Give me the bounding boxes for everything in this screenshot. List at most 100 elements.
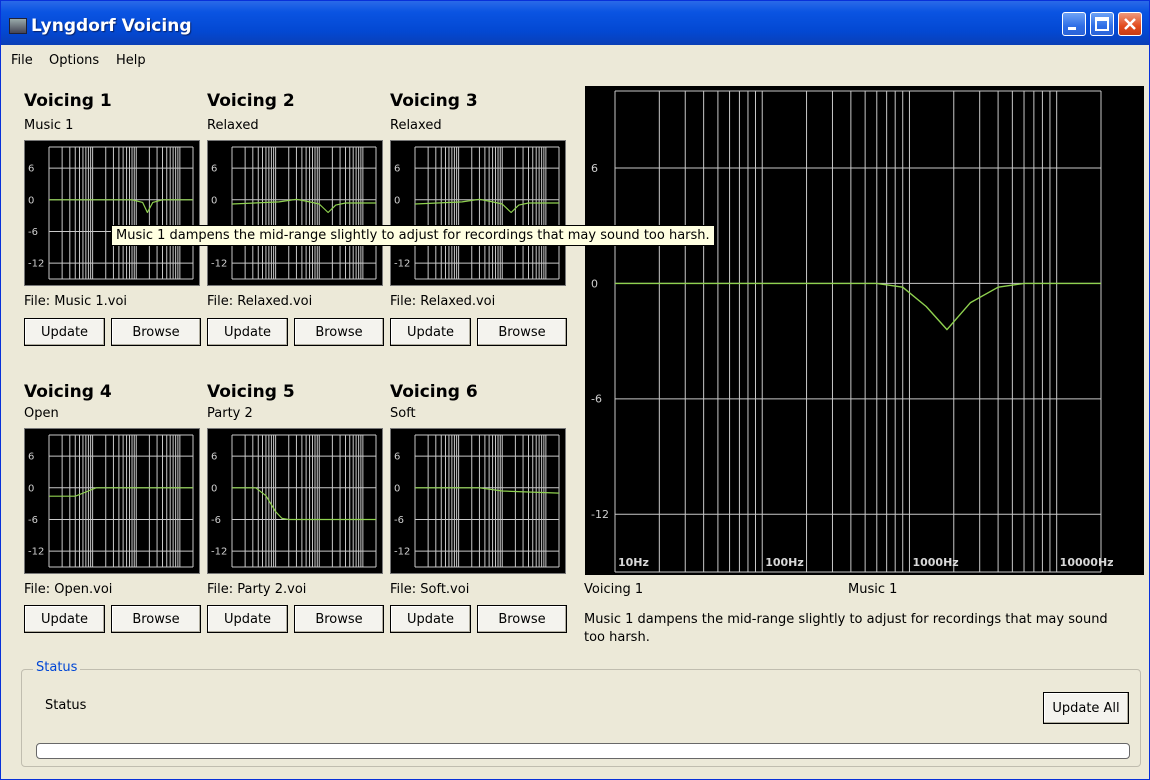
y-tick-label: 6 (28, 452, 34, 463)
voicing-graph[interactable]: 6 0 -6 -12 (24, 428, 200, 574)
voicing-detail-graph: 6 0 -6 -12 10Hz 100Hz 1000Hz 10000Hz (585, 86, 1144, 575)
voicing-name: Relaxed (390, 118, 442, 133)
window-title: Lyngdorf Voicing (31, 16, 192, 36)
voicing-graph[interactable]: 60-6-12 (24, 140, 200, 286)
graph-grid (48, 434, 194, 568)
update-button[interactable]: Update (207, 318, 288, 346)
voicing-graph[interactable]: 6 0 -6 -12 (207, 428, 383, 574)
graph-grid (231, 146, 377, 280)
menu-bar: File Options Help (1, 45, 1149, 73)
browse-button[interactable]: Browse (111, 318, 201, 346)
y-tick-label: 6 (591, 162, 598, 175)
y-tick-label: 0 (394, 195, 400, 206)
y-tick-label: 0 (211, 195, 217, 206)
response-curve (232, 487, 376, 521)
menu-file[interactable]: File (11, 53, 33, 68)
browse-button[interactable]: Browse (477, 318, 567, 346)
minimize-button[interactable] (1062, 12, 1086, 36)
update-button[interactable]: Update (390, 605, 471, 633)
maximize-icon (1095, 17, 1109, 31)
menu-options[interactable]: Options (49, 53, 99, 68)
response-curve (615, 282, 1101, 331)
voicing-title: Voicing 4 (24, 382, 112, 402)
menu-help[interactable]: Help (116, 53, 146, 68)
voicing-file: File: Relaxed.voi (207, 294, 313, 309)
update-button[interactable]: Update (24, 318, 105, 346)
y-tick-label: 0 (591, 277, 598, 290)
app-window: Lyngdorf Voicing File Options Help Voici… (0, 0, 1150, 780)
browse-button[interactable]: Browse (294, 318, 384, 346)
y-tick-label: -12 (28, 259, 44, 270)
voicing-graph-plot: 60-6-12 (211, 146, 377, 280)
update-all-button[interactable]: Update All (1043, 692, 1129, 724)
voicing-graph[interactable]: 60-6-12 (390, 140, 566, 286)
graph-grid (231, 434, 377, 568)
voicing-graph[interactable]: 60-6-12 (207, 140, 383, 286)
voicing-graph-plot: 6 0 -6 -12 (211, 434, 377, 568)
minimize-icon (1068, 27, 1076, 30)
y-tick-label: 6 (28, 164, 34, 175)
y-tick-label: 6 (211, 452, 217, 463)
x-tick-label: 100Hz (765, 556, 804, 569)
voicing-graph[interactable]: 60-6-12 (390, 428, 566, 574)
voicing-title: Voicing 3 (390, 91, 478, 111)
response-curve (414, 198, 559, 214)
y-tick-label: -12 (591, 508, 609, 521)
selected-voicing-name: Music 1 (848, 582, 898, 597)
voicing-name: Open (24, 406, 59, 421)
browse-button[interactable]: Browse (111, 605, 201, 633)
close-button[interactable] (1118, 12, 1142, 36)
browse-button[interactable]: Browse (477, 605, 567, 633)
voicing-graph-plot: 60-6-12 (394, 434, 560, 568)
response-curve (231, 198, 376, 214)
voicing-name: Party 2 (207, 406, 253, 421)
x-tick-label: 1000Hz (912, 556, 958, 569)
y-tick-label: 6 (394, 164, 400, 175)
voicing-title: Voicing 6 (390, 382, 478, 402)
close-icon (1124, 18, 1136, 30)
voicing-file: File: Open.voi (24, 582, 113, 597)
update-button[interactable]: Update (207, 605, 288, 633)
voicing-graph-plot: 6 0 -6 -12 (28, 434, 194, 568)
y-tick-label: 0 (28, 483, 34, 494)
y-tick-label: -12 (28, 547, 44, 558)
voicing-detail-plot: 6 0 -6 -12 10Hz 100Hz 1000Hz 10000Hz (591, 90, 1114, 573)
update-button[interactable]: Update (24, 605, 105, 633)
selected-voicing-label: Voicing 1 (584, 582, 644, 597)
voicing-name: Relaxed (207, 118, 259, 133)
y-tick-label: -6 (28, 515, 38, 526)
update-button[interactable]: Update (390, 318, 471, 346)
response-curve (415, 487, 560, 494)
voicing-name: Soft (390, 406, 416, 421)
y-tick-label: 0 (211, 483, 217, 494)
voicing-file: File: Party 2.voi (207, 582, 307, 597)
y-tick-label: -12 (394, 259, 410, 270)
status-group-legend: Status (33, 660, 81, 675)
graph-grid (414, 434, 560, 568)
y-tick-label: -12 (211, 259, 227, 270)
voicing-title: Voicing 5 (207, 382, 295, 402)
y-tick-label: 6 (394, 452, 400, 463)
status-text: Status (45, 698, 87, 713)
y-tick-label: -12 (211, 547, 227, 558)
browse-button[interactable]: Browse (294, 605, 384, 633)
voicing-graph-plot: 60-6-12 (28, 146, 194, 280)
y-tick-label: -6 (394, 515, 404, 526)
x-tick-label: 10000Hz (1060, 556, 1114, 569)
y-tick-label: -6 (28, 227, 38, 238)
response-curve (49, 487, 193, 497)
graph-grid (48, 146, 194, 280)
title-bar[interactable]: Lyngdorf Voicing (1, 1, 1149, 45)
voicing-name: Music 1 (24, 118, 74, 133)
y-tick-label: -6 (211, 515, 221, 526)
x-tick-label: 10Hz (618, 556, 649, 569)
y-tick-label: 0 (394, 483, 400, 494)
y-tick-label: 6 (211, 164, 217, 175)
response-curve (49, 199, 193, 214)
selected-voicing-description: Music 1 dampens the mid-range slightly t… (584, 612, 1108, 645)
maximize-button[interactable] (1090, 12, 1114, 36)
voicing-file: File: Music 1.voi (24, 294, 128, 309)
tooltip: Music 1 dampens the mid-range slightly t… (111, 225, 715, 246)
voicing-title: Voicing 2 (207, 91, 295, 111)
graph-grid (614, 90, 1102, 573)
